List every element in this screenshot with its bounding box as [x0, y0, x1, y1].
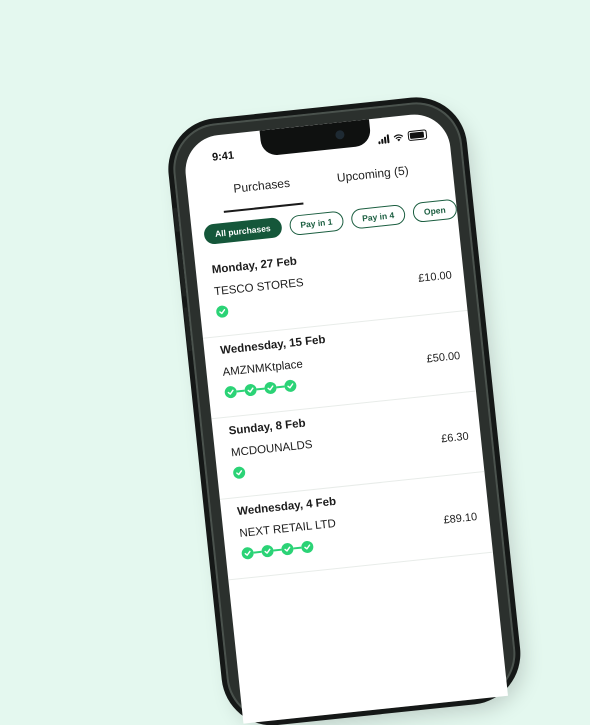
purchase-date: Wednesday, 4 Feb: [236, 495, 337, 519]
purchase-list: Monday, 27 Feb TESCO STORES £10.00 Wedne…: [194, 230, 493, 581]
check-icon: [300, 540, 314, 554]
check-icon: [215, 304, 229, 319]
mute-switch: [173, 207, 180, 233]
check-icon: [263, 381, 278, 395]
payment-connector: [253, 551, 262, 554]
merchant-name: NEXT RETAIL LTD: [238, 517, 337, 540]
check-icon: [244, 383, 258, 397]
purchase-amount: £6.30: [440, 430, 470, 446]
merchant-name: AMZNMKtplace: [222, 358, 304, 379]
payment-connector: [293, 546, 302, 550]
check-icon: [224, 385, 238, 399]
volume-down-button: [183, 307, 193, 352]
signal-icon: [378, 133, 390, 144]
filter-pay-in-4[interactable]: Pay in 4: [350, 203, 407, 230]
payment-progress: [224, 379, 297, 399]
wifi-icon: [393, 133, 404, 141]
phone-frame: 9:41 Purchases Upcoming (5) All purchase…: [168, 97, 520, 725]
payment-connector: [256, 387, 265, 391]
status-time: 9:41: [211, 149, 235, 164]
merchant-name: TESCO STORES: [213, 276, 305, 299]
phone-screen: 9:41 Purchases Upcoming (5) All purchase…: [181, 111, 508, 724]
filter-pay-in-1[interactable]: Pay in 1: [288, 210, 345, 237]
notch: [259, 119, 372, 157]
tab-upcoming[interactable]: Upcoming (5): [336, 163, 409, 184]
check-icon: [232, 466, 246, 480]
payment-progress: [241, 540, 314, 560]
status-icons: [378, 129, 428, 144]
purchase-date: Monday, 27 Feb: [211, 255, 298, 277]
check-icon: [280, 542, 295, 556]
purchase-amount: £89.10: [443, 511, 478, 527]
check-icon: [241, 546, 255, 560]
check-icon: [260, 544, 275, 558]
battery-icon: [407, 129, 428, 142]
purchase-date: Sunday, 8 Feb: [228, 417, 307, 438]
camera-icon: [334, 129, 345, 140]
volume-up-button: [177, 252, 187, 297]
active-tab-indicator: [223, 202, 304, 213]
payment-connector: [276, 385, 285, 389]
tab-purchases[interactable]: Purchases: [233, 176, 291, 196]
merchant-name: MCDOUNALDS: [230, 438, 314, 460]
payment-connector: [273, 548, 282, 552]
check-icon: [283, 379, 297, 393]
payment-connector: [236, 389, 245, 393]
filter-open[interactable]: Open: [411, 198, 458, 224]
purchase-amount: £10.00: [417, 269, 453, 285]
payment-progress: [232, 466, 246, 480]
purchase-amount: £50.00: [426, 349, 461, 366]
purchase-date: Wednesday, 15 Feb: [219, 333, 327, 357]
payment-progress: [215, 304, 229, 319]
